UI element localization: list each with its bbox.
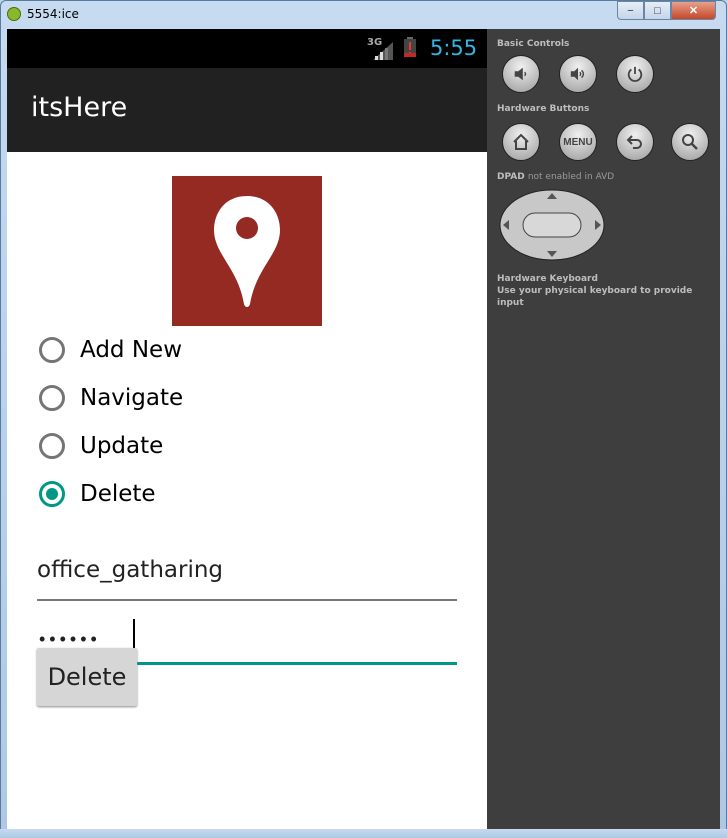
- volume-down-button[interactable]: [502, 55, 540, 93]
- map-pin-icon: [214, 196, 280, 307]
- dpad-label: DPAD not enabled in AVD: [497, 172, 614, 182]
- main-content: Add New Navigate Update Delete office_ga…: [7, 152, 487, 829]
- radio-add-new[interactable]: Add New: [39, 332, 182, 368]
- radio-button[interactable]: [39, 385, 65, 411]
- radio-navigate[interactable]: Navigate: [39, 380, 183, 416]
- dpad-control: [499, 189, 605, 261]
- search-icon: [682, 134, 698, 150]
- name-field-value: office_gatharing: [37, 557, 224, 583]
- radio-label: Delete: [80, 481, 156, 507]
- volume-up-button[interactable]: [559, 55, 597, 93]
- search-button[interactable]: [671, 123, 709, 161]
- window-title: 5554:ice: [27, 7, 79, 21]
- close-button[interactable]: ✕: [671, 1, 716, 20]
- signal-strength-icon: [373, 42, 393, 60]
- menu-button[interactable]: MENU: [559, 123, 597, 161]
- window-titlebar[interactable]: 5554:ice − □ ✕: [0, 0, 725, 29]
- radio-update[interactable]: Update: [39, 428, 163, 464]
- radio-button[interactable]: [39, 337, 65, 363]
- dpad-label-text: DPAD: [497, 172, 525, 182]
- power-button[interactable]: [616, 55, 654, 93]
- hardware-keyboard-info: Hardware Keyboard Use your physical keyb…: [497, 273, 720, 309]
- radio-delete[interactable]: Delete: [39, 476, 156, 512]
- home-button[interactable]: [502, 123, 540, 161]
- battery-low-icon: [404, 37, 416, 57]
- android-app-icon: [7, 7, 21, 21]
- maximize-button[interactable]: □: [644, 1, 671, 20]
- hardware-keyboard-title: Hardware Keyboard: [497, 274, 598, 284]
- back-icon: [626, 135, 642, 149]
- volume-up-icon: [570, 67, 585, 81]
- hardware-keyboard-desc: Use your physical keyboard to provide in…: [497, 286, 693, 308]
- dpad-note: not enabled in AVD: [527, 172, 615, 182]
- password-field-value: ••••••: [39, 629, 101, 649]
- back-button[interactable]: [616, 123, 654, 161]
- status-bar: 3G 5:55: [7, 29, 487, 68]
- delete-button[interactable]: Delete: [37, 648, 137, 706]
- text-cursor: [133, 619, 135, 651]
- radio-button[interactable]: [39, 433, 65, 459]
- radio-label: Update: [80, 433, 164, 459]
- radio-label: Navigate: [80, 385, 184, 411]
- power-icon: [627, 66, 643, 82]
- app-title: itsHere: [31, 92, 128, 123]
- action-bar: itsHere: [7, 68, 487, 152]
- volume-down-icon: [514, 67, 527, 81]
- radio-label: Add New: [80, 337, 183, 363]
- basic-controls-label: Basic Controls: [497, 39, 570, 49]
- phone-screen: 3G 5:55 itsHere Add New Navigate Update …: [7, 29, 487, 829]
- window-bottom-border: [0, 829, 727, 838]
- name-field[interactable]: office_gatharing: [37, 551, 457, 601]
- name-field-underline: [37, 599, 457, 601]
- home-icon: [513, 133, 529, 150]
- app-logo: [172, 176, 322, 326]
- minimize-button[interactable]: −: [617, 1, 644, 20]
- emulator-controls-panel: Basic Controls Hardware Buttons MENU DPA…: [487, 29, 720, 829]
- radio-button-selected[interactable]: [39, 481, 65, 507]
- hardware-buttons-label: Hardware Buttons: [497, 104, 590, 114]
- status-clock: 5:55: [430, 36, 478, 60]
